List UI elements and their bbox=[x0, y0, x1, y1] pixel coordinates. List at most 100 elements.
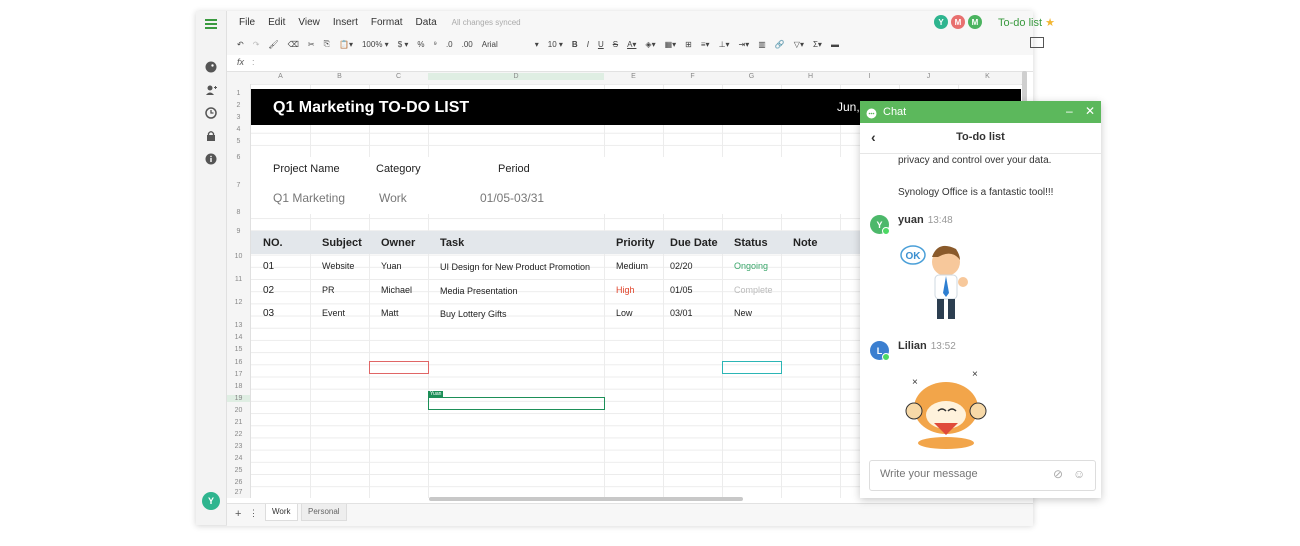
column-header-g[interactable]: G bbox=[722, 73, 781, 80]
row-header[interactable]: 15 bbox=[227, 346, 250, 353]
menu-view[interactable]: View bbox=[298, 17, 320, 28]
redo-icon[interactable]: ↷ bbox=[253, 40, 260, 49]
thousands-icon[interactable]: ⁹ bbox=[434, 40, 437, 49]
merge-cells-icon[interactable]: ⊞ bbox=[685, 40, 692, 49]
cut-icon[interactable]: ✂ bbox=[308, 40, 315, 49]
row-header[interactable]: 27 bbox=[227, 489, 250, 496]
collaborator-selection[interactable] bbox=[369, 361, 429, 374]
info-icon[interactable] bbox=[204, 152, 218, 166]
increase-decimal-button[interactable]: .00 bbox=[462, 40, 473, 49]
insert-chart-icon[interactable]: ▥ bbox=[758, 40, 766, 49]
column-header-c[interactable]: C bbox=[369, 73, 428, 80]
lock-icon[interactable] bbox=[204, 129, 218, 143]
row-header[interactable]: 13 bbox=[227, 322, 250, 329]
percent-button[interactable]: % bbox=[417, 40, 424, 49]
row-header[interactable]: 16 bbox=[227, 359, 250, 366]
text-color-icon[interactable]: A▾ bbox=[627, 40, 636, 49]
menu-format[interactable]: Format bbox=[371, 17, 403, 28]
category-value[interactable]: Work bbox=[379, 191, 407, 205]
avatar[interactable]: Y bbox=[870, 215, 890, 235]
attachment-icon[interactable]: ⊘ bbox=[1053, 467, 1063, 481]
row-header[interactable]: 4 bbox=[227, 126, 250, 133]
row-header[interactable]: 12 bbox=[227, 299, 250, 306]
row-header[interactable]: 21 bbox=[227, 419, 250, 426]
row-header[interactable]: 24 bbox=[227, 455, 250, 462]
column-header-a[interactable]: A bbox=[251, 73, 310, 80]
row-header[interactable]: 5 bbox=[227, 138, 250, 145]
row-header[interactable]: 23 bbox=[227, 443, 250, 450]
add-user-icon[interactable] bbox=[204, 83, 218, 97]
underline-icon[interactable]: U bbox=[598, 40, 604, 49]
collaborator-avatar[interactable]: M bbox=[968, 15, 982, 29]
row-header[interactable]: 17 bbox=[227, 371, 250, 378]
column-header-j[interactable]: J bbox=[899, 73, 958, 80]
panel-toggle-icon[interactable] bbox=[1030, 37, 1044, 48]
project-name-value[interactable]: Q1 Marketing bbox=[273, 191, 345, 205]
row-header[interactable]: 14 bbox=[227, 334, 250, 341]
current-user-avatar[interactable]: Y bbox=[202, 492, 220, 510]
menu-file[interactable]: File bbox=[239, 17, 255, 28]
horizontal-scrollbar[interactable] bbox=[429, 497, 743, 501]
decrease-decimal-button[interactable]: .0 bbox=[446, 40, 453, 49]
undo-icon[interactable]: ↶ bbox=[237, 40, 244, 49]
font-select[interactable]: Arial bbox=[482, 40, 526, 49]
strikethrough-icon[interactable]: S bbox=[613, 40, 618, 49]
avatar[interactable]: L bbox=[870, 341, 890, 361]
paint-format-icon[interactable]: 🖌 bbox=[268, 40, 278, 49]
row-header[interactable]: 7 bbox=[227, 182, 250, 189]
collaborator-avatar[interactable]: Y bbox=[934, 15, 948, 29]
column-header-d[interactable]: D bbox=[428, 73, 604, 80]
font-select-arrow-icon[interactable]: ▾ bbox=[535, 40, 539, 49]
column-header-k[interactable]: K bbox=[958, 73, 1017, 80]
minimize-icon[interactable]: – bbox=[1066, 104, 1073, 118]
star-icon[interactable]: ★ bbox=[1045, 17, 1055, 29]
message-input[interactable] bbox=[878, 467, 1042, 481]
row-header[interactable]: 6 bbox=[227, 154, 250, 161]
add-sheet-icon[interactable]: + bbox=[235, 508, 241, 520]
row-header[interactable]: 2 bbox=[227, 102, 250, 109]
sheet-menu-icon[interactable]: ⋮ bbox=[249, 508, 258, 519]
copy-icon[interactable]: ⎘ bbox=[324, 39, 330, 49]
vertical-align-icon[interactable]: ⊥▾ bbox=[719, 40, 730, 49]
zoom-select[interactable]: 100% ▾ bbox=[362, 40, 389, 49]
bold-icon[interactable]: B bbox=[572, 40, 578, 49]
text-wrap-icon[interactable]: ⇥▾ bbox=[739, 40, 750, 49]
hamburger-menu-icon[interactable] bbox=[204, 17, 218, 31]
period-value[interactable]: 01/05-03/31 bbox=[480, 191, 544, 205]
horizontal-align-icon[interactable]: ≡▾ bbox=[701, 40, 710, 49]
fill-color-icon[interactable]: ◈▾ bbox=[645, 40, 655, 49]
row-header[interactable]: 26 bbox=[227, 479, 250, 486]
close-icon[interactable]: ✕ bbox=[1085, 104, 1095, 118]
column-header-e[interactable]: E bbox=[604, 73, 663, 80]
active-cell-selection[interactable] bbox=[428, 397, 605, 410]
row-header[interactable]: 9 bbox=[227, 228, 250, 235]
column-header-b[interactable]: B bbox=[310, 73, 369, 80]
row-header[interactable]: 25 bbox=[227, 467, 250, 474]
clear-format-icon[interactable]: ⌫ bbox=[288, 40, 299, 49]
row-header[interactable]: 11 bbox=[227, 276, 250, 283]
tag-icon[interactable] bbox=[204, 60, 218, 74]
column-header-h[interactable]: H bbox=[781, 73, 840, 80]
row-header[interactable]: 10 bbox=[227, 253, 250, 260]
insert-link-icon[interactable]: 🔗 bbox=[775, 40, 785, 49]
comment-icon[interactable]: ▬ bbox=[831, 40, 839, 49]
row-header[interactable]: 3 bbox=[227, 114, 250, 121]
tab-work[interactable]: Work bbox=[265, 504, 298, 521]
currency-button[interactable]: $ ▾ bbox=[398, 40, 409, 49]
paste-icon[interactable]: 📋▾ bbox=[339, 40, 353, 49]
row-header[interactable]: 18 bbox=[227, 383, 250, 390]
menu-edit[interactable]: Edit bbox=[268, 17, 285, 28]
column-header-f[interactable]: F bbox=[663, 73, 722, 80]
row-header[interactable]: 8 bbox=[227, 209, 250, 216]
menu-insert[interactable]: Insert bbox=[333, 17, 358, 28]
collaborator-avatar[interactable]: M bbox=[951, 15, 965, 29]
italic-icon[interactable]: I bbox=[587, 40, 589, 49]
row-header[interactable]: 20 bbox=[227, 407, 250, 414]
row-header[interactable]: 22 bbox=[227, 431, 250, 438]
size-select[interactable]: 10 ▾ bbox=[548, 40, 563, 49]
functions-icon[interactable]: Σ▾ bbox=[813, 40, 822, 49]
emoji-icon[interactable]: ☺ bbox=[1073, 467, 1085, 481]
history-icon[interactable] bbox=[204, 106, 218, 120]
row-header[interactable]: 19 bbox=[227, 395, 250, 402]
message-input-box[interactable]: ⊘ ☺ bbox=[869, 460, 1096, 491]
